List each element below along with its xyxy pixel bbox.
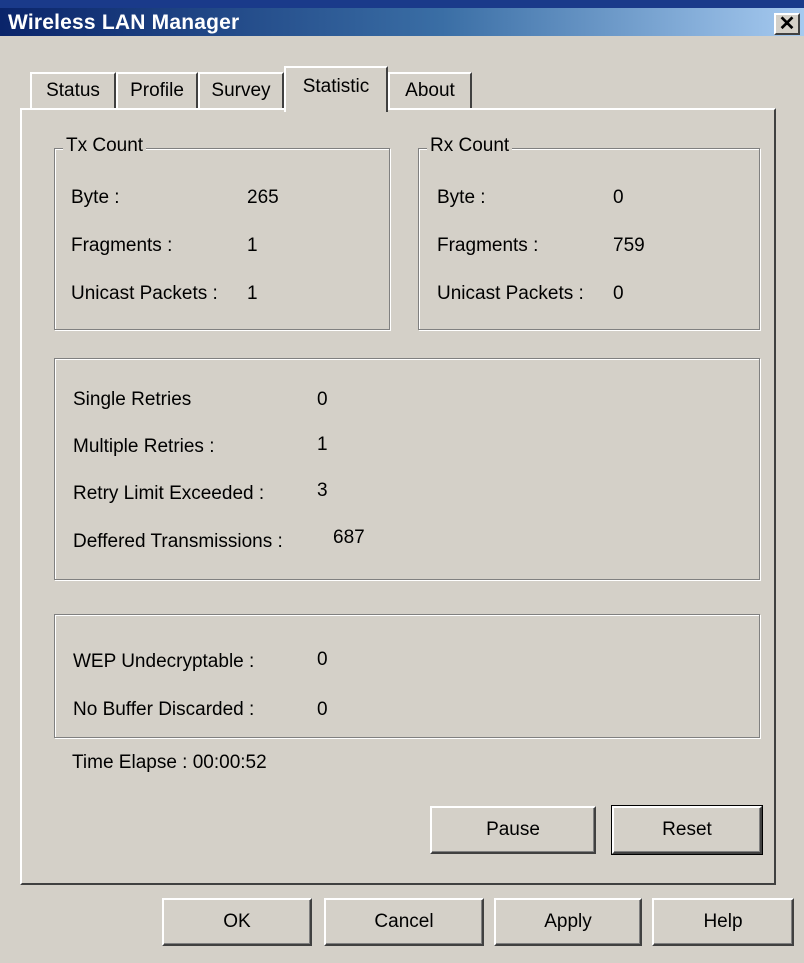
reset-button[interactable]: Reset: [611, 805, 763, 855]
help-button[interactable]: Help: [652, 898, 794, 946]
close-icon: ✕: [778, 13, 796, 35]
multiple-retries-label: Multiple Retries :: [73, 436, 215, 457]
rx-fragments-value: 759: [613, 235, 645, 256]
tab-about[interactable]: About: [388, 72, 472, 110]
rx-unicast-value: 0: [613, 283, 624, 304]
tx-byte-label: Byte :: [71, 187, 120, 208]
errors-group: WEP Undecryptable : 0 No Buffer Discarde…: [54, 614, 760, 738]
retries-group: Single Retries 0 Multiple Retries : 1 Re…: [54, 358, 760, 580]
rx-unicast-label: Unicast Packets :: [437, 283, 584, 304]
time-elapse: Time Elapse : 00:00:52: [72, 752, 267, 773]
tab-survey[interactable]: Survey: [198, 72, 284, 110]
deferred-transmissions-value: 687: [333, 527, 365, 548]
tab-statistic[interactable]: Statistic: [284, 66, 388, 112]
no-buffer-discarded-value: 0: [317, 699, 328, 720]
rx-count-title: Rx Count: [427, 135, 513, 157]
rx-fragments-label: Fragments :: [437, 235, 539, 256]
tx-unicast-value: 1: [247, 283, 258, 304]
retry-limit-label: Retry Limit Exceeded :: [73, 483, 265, 504]
pause-button[interactable]: Pause: [430, 806, 596, 854]
tab-label: Profile: [130, 80, 184, 101]
rx-byte-value: 0: [613, 187, 624, 208]
statistic-panel: Tx Count Byte : 265 Fragments : 1 Unicas…: [20, 108, 776, 885]
single-retries-value: 0: [317, 389, 328, 410]
ok-button[interactable]: OK: [162, 898, 312, 946]
tx-byte-value: 265: [247, 187, 279, 208]
single-retries-label: Single Retries: [73, 389, 192, 410]
rx-byte-label: Byte :: [437, 187, 486, 208]
tx-fragments-label: Fragments :: [71, 235, 173, 256]
tab-label: Survey: [211, 80, 271, 101]
multiple-retries-value: 1: [317, 434, 328, 455]
window-title: Wireless LAN Manager: [8, 11, 240, 34]
tab-status[interactable]: Status: [30, 72, 116, 110]
tx-unicast-label: Unicast Packets :: [71, 283, 218, 304]
deferred-transmissions-label: Deffered Transmissions :: [73, 531, 283, 552]
cancel-button[interactable]: Cancel: [324, 898, 484, 946]
tab-label: Statistic: [302, 76, 370, 97]
no-buffer-discarded-label: No Buffer Discarded :: [73, 699, 255, 720]
tx-count-group: Tx Count Byte : 265 Fragments : 1 Unicas…: [54, 135, 390, 330]
tab-profile[interactable]: Profile: [116, 72, 198, 110]
wep-undecryptable-value: 0: [317, 649, 328, 670]
apply-button[interactable]: Apply: [494, 898, 642, 946]
tab-label: Status: [46, 80, 100, 101]
retry-limit-value: 3: [317, 480, 328, 501]
wep-undecryptable-label: WEP Undecryptable :: [73, 651, 255, 672]
tab-label: About: [405, 80, 455, 101]
close-button[interactable]: ✕: [774, 13, 800, 35]
tx-fragments-value: 1: [247, 235, 258, 256]
tx-count-title: Tx Count: [63, 135, 147, 157]
title-bar: Wireless LAN Manager ✕: [0, 0, 804, 36]
rx-count-group: Rx Count Byte : 0 Fragments : 759 Unicas…: [418, 135, 760, 330]
